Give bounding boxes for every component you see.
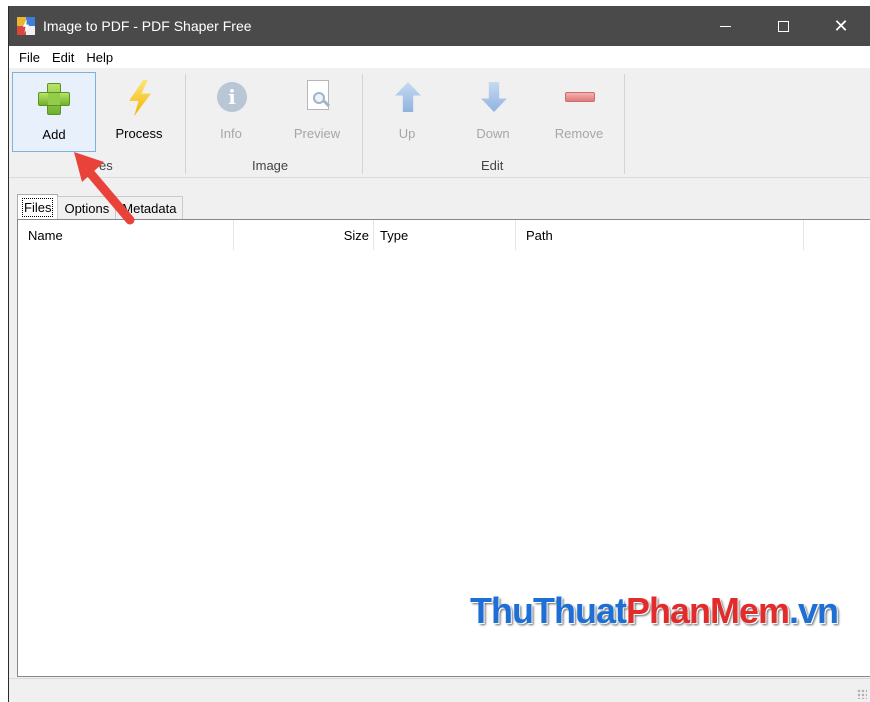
preview-icon (299, 80, 335, 116)
maximize-button[interactable] (754, 6, 812, 46)
menu-file[interactable]: File (13, 50, 46, 65)
menu-bar: File Edit Help (9, 46, 870, 68)
plus-icon (36, 81, 72, 117)
preview-button[interactable]: Preview (275, 72, 359, 152)
watermark-logo: ThuThuatPhanMem.vn (470, 590, 839, 632)
resize-grip-icon[interactable] (857, 689, 867, 699)
title-bar[interactable]: Image to PDF - PDF Shaper Free ✕ (9, 6, 870, 46)
app-logo-icon (17, 17, 35, 35)
up-button[interactable]: Up (365, 72, 449, 152)
process-button[interactable]: Process (97, 72, 181, 152)
info-icon: i (213, 80, 249, 116)
remove-button-label: Remove (554, 126, 604, 141)
menu-edit[interactable]: Edit (46, 50, 80, 65)
remove-button[interactable]: Remove (537, 72, 621, 152)
group-divider (362, 74, 363, 174)
column-header-type[interactable]: Type (374, 220, 516, 250)
tab-files[interactable]: Files (17, 194, 59, 220)
lightning-icon (121, 80, 157, 116)
watermark-part-1: ThuThuat (470, 590, 627, 631)
group-divider (624, 74, 625, 174)
close-icon: ✕ (833, 16, 849, 36)
window-title: Image to PDF - PDF Shaper Free (43, 18, 252, 34)
menu-help[interactable]: Help (80, 50, 119, 65)
watermark-part-2: PhanMem (625, 590, 790, 631)
preview-button-label: Preview (293, 126, 341, 141)
add-button-label: Add (42, 127, 66, 142)
down-button[interactable]: Down (451, 72, 535, 152)
group-label-edit: Edit (481, 158, 504, 173)
maximize-icon (777, 20, 789, 32)
status-bar (9, 678, 870, 702)
arrow-down-icon (475, 80, 511, 116)
info-button-label: Info (220, 126, 242, 141)
group-divider (185, 74, 186, 174)
up-button-label: Up (398, 126, 416, 141)
column-header-size[interactable]: Size (234, 220, 374, 250)
file-list-header: Name Size Type Path (18, 220, 870, 250)
process-button-label: Process (115, 126, 163, 141)
add-button[interactable]: Add (12, 72, 96, 152)
watermark-part-3: .vn (789, 590, 839, 631)
close-button[interactable]: ✕ (812, 6, 870, 46)
down-button-label: Down (476, 126, 510, 141)
window-controls: ✕ (696, 6, 870, 46)
minus-icon (561, 80, 597, 116)
info-button[interactable]: i Info (189, 72, 273, 152)
column-header-filler (804, 220, 870, 250)
minimize-button[interactable] (696, 6, 754, 46)
group-label-image: Image (252, 158, 289, 173)
annotation-arrow-icon (74, 152, 135, 225)
column-header-path[interactable]: Path (516, 220, 804, 250)
minimize-icon (719, 25, 731, 27)
arrow-up-icon (389, 80, 425, 116)
